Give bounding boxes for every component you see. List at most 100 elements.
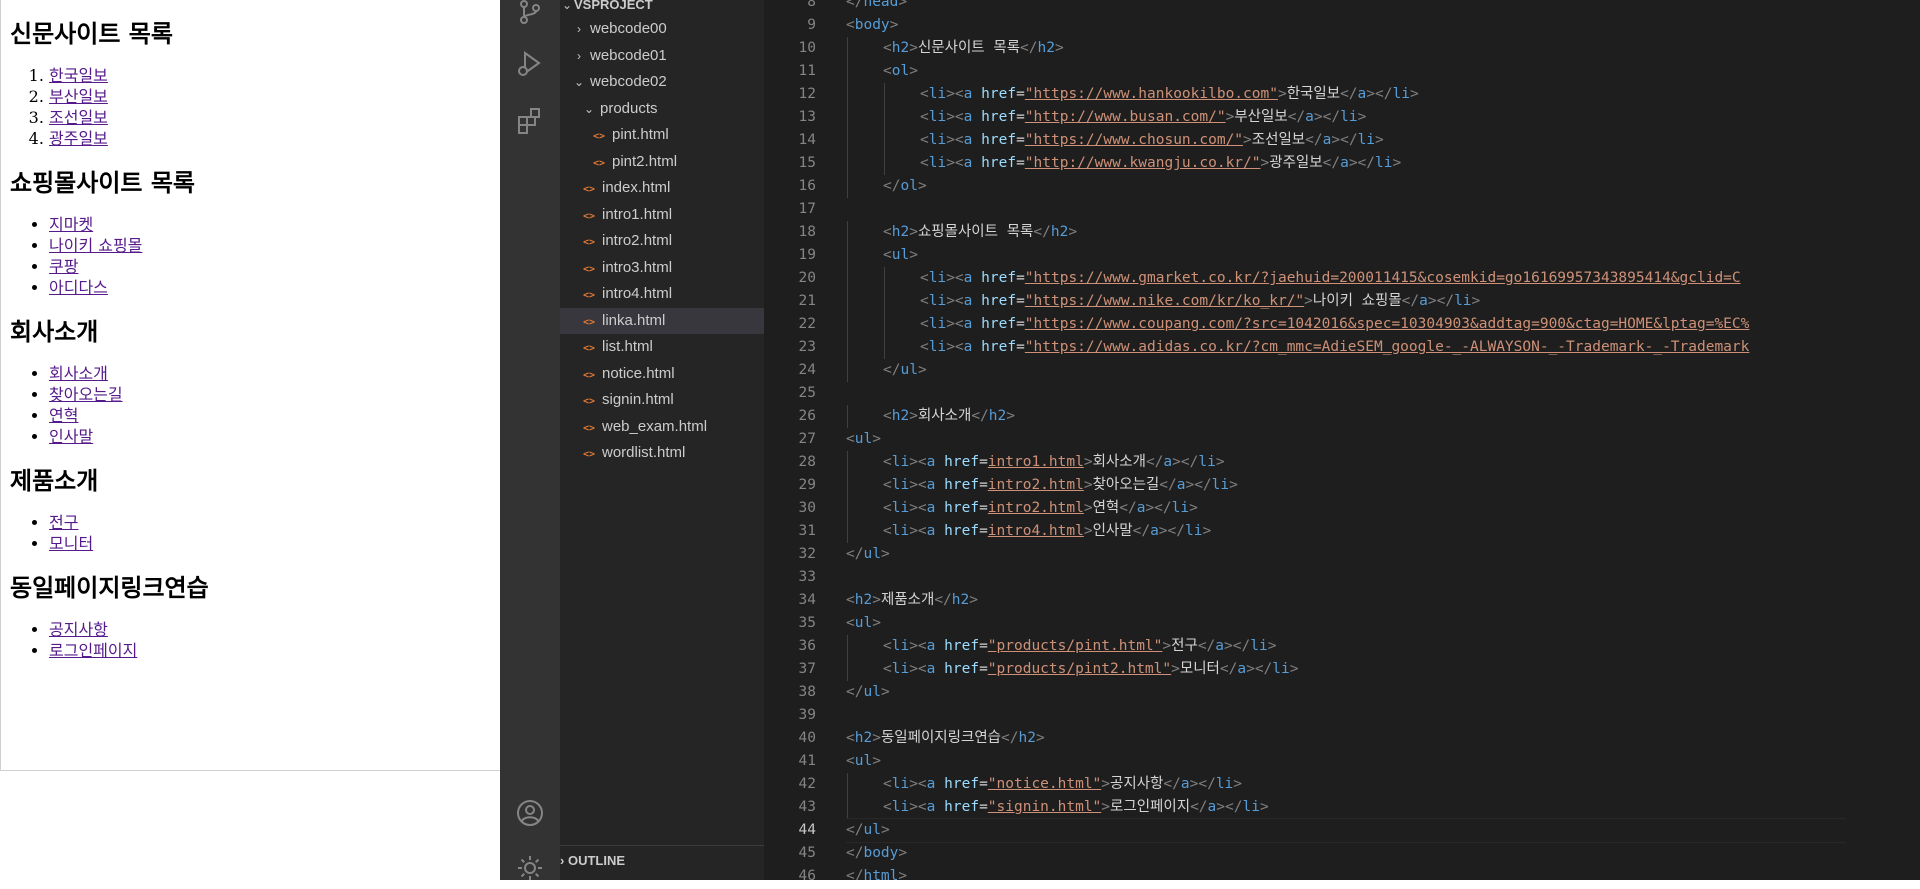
code-token: li [891,661,910,677]
indent-guide [847,635,848,658]
line-number: 20 [798,270,816,286]
preview-link[interactable]: 공지사항 [49,620,108,639]
code-token: "https://www.chosun.com/" [1024,132,1244,148]
preview-link[interactable]: 쿠팡 [49,257,78,276]
line-number-gutter: 8 9 10 11 12 13 14 15 16 17 18 19 20 21 22 23 24 25 26 27 28… [764,0,848,880]
html-file-icon: <> [582,237,596,248]
folder-item[interactable]: › webcode01 [560,43,764,69]
explorer-sidebar: ⌄ VSPROJECT › webcode00 › webcode01 ⌄ webcode02… [560,0,764,880]
code-token: < [920,109,929,125]
preview-link[interactable]: 광주일보 [49,129,108,148]
code-token: >< [909,500,927,516]
code-token: li [928,270,947,286]
preview-link[interactable]: 인사말 [49,427,93,446]
code-token: ul [863,684,881,700]
folder-item[interactable]: ⌄ products [560,96,764,122]
file-item[interactable]: <> list.html [560,334,764,360]
code-token: li [1171,500,1190,516]
file-item[interactable]: <> pint2.html [560,149,764,175]
indent-guide [847,83,848,106]
code-line: </ul> [846,681,890,704]
preview-list: 회사소개찾아오는길연혁인사말 [0,363,500,447]
preview-link[interactable]: 연혁 [49,406,78,425]
file-item[interactable]: <> intro2.html [560,228,764,254]
preview-link[interactable]: 회사소개 [49,364,108,383]
code-token: a [1357,86,1367,102]
code-token: a [1207,799,1217,815]
code-line: <h2>제품소개</h2> [846,589,978,612]
preview-list-item: 지마켓 [49,214,500,235]
code-token: a [1163,454,1173,470]
preview-link[interactable]: 나이키 쇼핑몰 [49,236,142,255]
code-token: intro4.html [987,523,1084,539]
code-token: > [909,40,918,56]
code-token: >< [909,477,927,493]
code-token: < [920,339,929,355]
code-token: > [1233,776,1243,792]
code-token: 제품소개 [880,592,935,608]
indent-guide [847,451,848,474]
code-token: >< [909,523,927,539]
preview-link[interactable]: 전구 [49,513,78,532]
code-token: >< [946,270,964,286]
file-item[interactable]: <> notice.html [560,361,764,387]
preview-link[interactable]: 모니터 [49,534,93,553]
code-token: 연혁 [1092,500,1120,516]
code-token: < [883,500,892,516]
preview-link[interactable]: 로그인페이지 [49,641,137,660]
code-token: >< [946,293,964,309]
preview-link[interactable]: 지마켓 [49,215,93,234]
account-icon[interactable] [514,797,546,829]
file-item[interactable]: <> signin.html [560,387,764,413]
run-debug-icon[interactable] [514,47,546,79]
code-token: > [1083,500,1093,516]
code-token: > [1202,523,1212,539]
tree-item-label: intro3.html [602,258,673,276]
code-editor[interactable]: 8 9 10 11 12 13 14 15 16 17 18 19 20 21 22 23 24 25 26 27 28… [764,0,1920,880]
file-item[interactable]: <> intro1.html [560,202,764,228]
code-token: > [1267,638,1277,654]
folder-item[interactable]: ⌄ webcode02 [560,69,764,95]
code-token: < [846,592,855,608]
preview-link[interactable]: 찾아오는길 [49,385,123,404]
preview-link[interactable]: 아디다스 [49,278,108,297]
code-token: > [872,592,881,608]
code-token: 찾아오는길 [1092,477,1160,493]
folder-item[interactable]: › webcode00 [560,16,764,42]
code-token: > [1260,155,1270,171]
code-token: ></ [1145,500,1172,516]
file-item[interactable]: <> web_exam.html [560,414,764,440]
source-control-icon[interactable] [514,0,546,28]
code-area[interactable]: </head> <body> <h2>신문사이트 목록</h2> <ol> <li><a… [846,0,1846,880]
line-number: 33 [798,569,816,585]
settings-gear-icon[interactable] [514,852,546,884]
code-token: ></ [1331,132,1358,148]
file-item[interactable]: <> intro4.html [560,281,764,307]
html-file-icon: <> [582,290,596,301]
preview-link[interactable]: 조선일보 [49,108,108,127]
preview-link[interactable]: 한국일보 [49,66,108,85]
file-item[interactable]: <> intro3.html [560,255,764,281]
extensions-icon[interactable] [514,105,546,137]
code-token: > [880,822,890,838]
code-line: </head> [846,0,907,14]
preview-link[interactable]: 부산일보 [49,87,108,106]
code-token: href [944,638,980,654]
code-token: li [928,339,947,355]
code-line: <ol> [846,60,918,83]
file-item[interactable]: <> linka.html [560,307,764,334]
code-token: "notice.html" [987,776,1102,792]
code-token: < [883,224,892,240]
code-token: intro2.html [987,500,1084,516]
code-token: </ [846,845,864,861]
file-item[interactable]: <> wordlist.html [560,440,764,466]
line-number: 18 [798,224,816,240]
code-token: li [928,109,947,125]
file-item[interactable]: <> index.html [560,175,764,201]
file-item[interactable]: <> pint.html [560,122,764,148]
code-token: = [979,523,988,539]
code-line: <h2>회사소개</h2> [846,405,1015,428]
outline-section-header[interactable]: › OUTLINE [560,845,764,876]
